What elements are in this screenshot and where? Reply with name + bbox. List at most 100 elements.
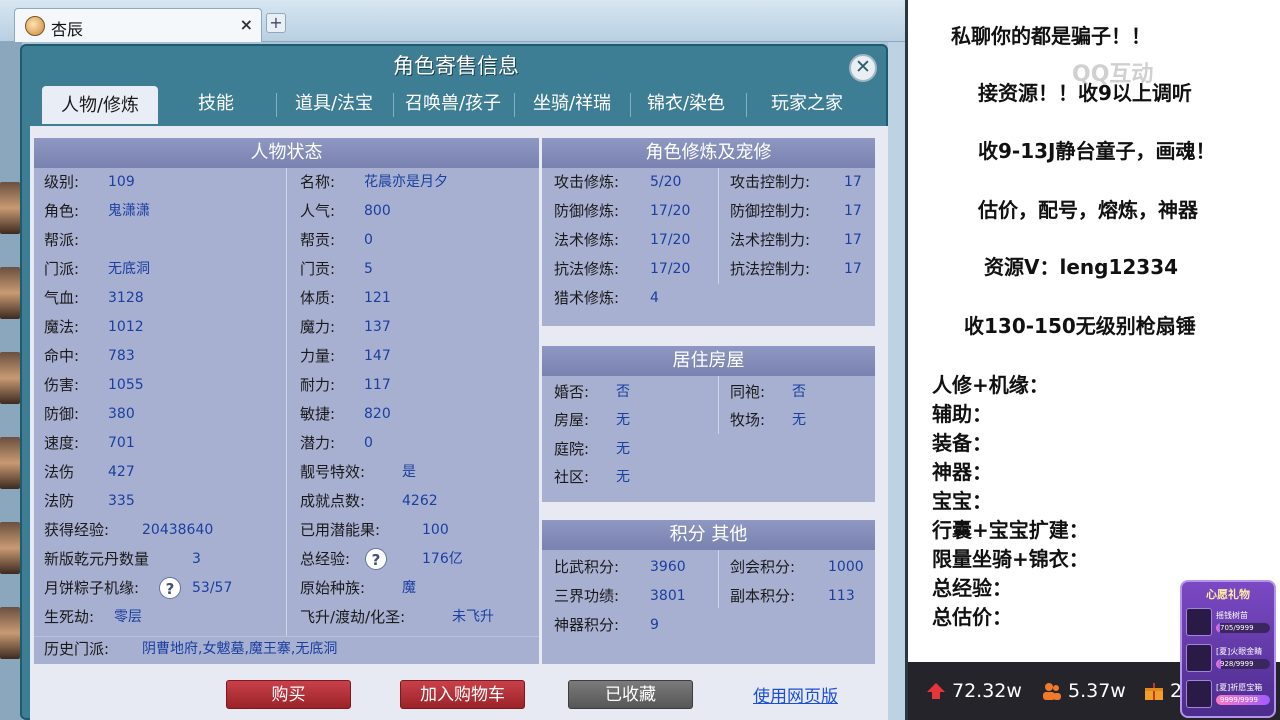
married-label: 婚否: xyxy=(554,383,590,401)
magic-power-value: 137 xyxy=(364,319,391,335)
status-row: 法伤 427 靓号特效: 是 xyxy=(34,458,539,487)
ascension-value: 未飞升 xyxy=(452,609,494,625)
help-icon[interactable]: ? xyxy=(365,548,387,570)
married-value: 否 xyxy=(616,384,630,400)
endurance-value: 117 xyxy=(364,377,391,393)
constitution-value: 121 xyxy=(364,290,391,306)
wish-gift-item: 摇钱树苗 705/9999 xyxy=(1186,608,1272,638)
close-icon[interactable]: ✕ xyxy=(849,54,877,82)
tab-outfits[interactable]: 锦衣/染色 xyxy=(634,84,738,124)
constitution-label: 体质: xyxy=(300,289,336,307)
points-panel-header: 积分 其他 xyxy=(542,520,875,550)
portrait-thumbnail xyxy=(0,607,20,659)
tab-divider xyxy=(746,93,747,117)
spell-control-value: 17 xyxy=(844,232,862,248)
character-sale-dialog: 角色寄售信息 ✕ 人物/修炼 技能 道具/法宝 召唤兽/孩子 坐骑/祥瑞 锦衣/… xyxy=(20,44,888,720)
status-panel: 级别: 109 名称: 花晨亦是月夕 角色: 鬼潇潇 人气: 800 帮派: 帮… xyxy=(34,168,539,664)
promo-line: 估价，配号，熔炼，神器 xyxy=(978,198,1198,222)
promo-line: 收130-150无级别枪扇锤 xyxy=(964,314,1196,338)
mooncake-value: 53/57 xyxy=(192,580,233,596)
total-exp-value: 176亿 xyxy=(422,551,463,567)
sworn-value: 否 xyxy=(792,384,806,400)
tab-divider xyxy=(393,93,394,117)
sworn-label: 同袍: xyxy=(730,383,766,401)
tab-skills[interactable]: 技能 xyxy=(166,84,266,124)
wish-gift-item: [夏]祈愿宝箱 9999/9999 xyxy=(1186,680,1272,710)
tab-player-home[interactable]: 玩家之家 xyxy=(752,84,862,124)
background-game-strip xyxy=(0,42,22,720)
wish-gift-item: [夏]火眼金睛 928/9999 xyxy=(1186,644,1272,674)
attack-control-label: 攻击控制力: xyxy=(730,173,811,191)
courtyard-value: 无 xyxy=(616,441,630,457)
sect-contribution-label: 门贡: xyxy=(300,260,336,278)
endurance-label: 耐力: xyxy=(300,376,336,394)
buy-button[interactable]: 购买 xyxy=(226,680,351,709)
tab-divider xyxy=(276,93,277,117)
new-tab-button[interactable]: + xyxy=(266,13,286,33)
character-avatar-icon xyxy=(25,16,45,36)
tab-mounts[interactable]: 坐骑/祥瑞 xyxy=(520,84,624,124)
status-row: 伤害: 1055 耐力: 117 xyxy=(34,371,539,400)
promo-line: 收9-13J静台童子，画魂！ xyxy=(978,139,1216,163)
tab-character[interactable]: 人物/修炼 xyxy=(42,86,158,124)
magic-power-label: 魔力: xyxy=(300,318,336,336)
spell-defense-label: 法防 xyxy=(44,492,75,510)
status-row: 新版乾元丹数量 3 总经验: ? 176亿 xyxy=(34,545,539,574)
wish-gift-title: 心愿礼物 xyxy=(1206,588,1250,601)
housing-panel: 婚否: 否 同袍: 否 房屋: 无 牧场: 无 庭院: 无 社区: 无 xyxy=(542,376,875,502)
status-row: 速度: 701 潜力: 0 xyxy=(34,429,539,458)
history-sect-label: 历史门派: xyxy=(44,640,110,658)
community-label: 社区: xyxy=(554,468,590,486)
hunting-cultivation-value: 4 xyxy=(650,290,659,306)
price-list-item: 限量坐骑+锦衣： xyxy=(932,547,1089,571)
browser-tab[interactable]: 杏辰 × xyxy=(14,8,262,42)
tab-divider xyxy=(514,93,515,117)
status-row: 防御: 380 敏捷: 820 xyxy=(34,400,539,429)
mp-value: 1012 xyxy=(108,319,144,335)
favorited-button[interactable]: 已收藏 xyxy=(568,680,693,709)
gift-icon xyxy=(1145,683,1163,700)
tab-items[interactable]: 道具/法宝 xyxy=(282,84,386,124)
ranch-label: 牧场: xyxy=(730,411,766,429)
tab-close-icon[interactable]: × xyxy=(240,15,253,34)
defense-value: 380 xyxy=(108,406,135,422)
spell-damage-label: 法伤 xyxy=(44,463,75,481)
tab-divider xyxy=(630,93,631,117)
portrait-thumbnail xyxy=(0,182,20,234)
sect-label: 门派: xyxy=(44,260,80,278)
origin-race-label: 原始种族: xyxy=(300,579,366,597)
cultivation-row: 攻击修炼: 5/20 攻击控制力: 17 xyxy=(542,168,875,197)
hit-value: 783 xyxy=(108,348,135,364)
scrollbar[interactable] xyxy=(888,42,905,720)
name-value: 花晨亦是月夕 xyxy=(364,174,448,190)
level-value: 109 xyxy=(108,174,135,190)
spell-defense-value: 335 xyxy=(108,493,135,509)
speed-label: 速度: xyxy=(44,434,80,452)
gift-count: 9999/9999 xyxy=(1220,696,1258,704)
sect-value: 无底洞 xyxy=(108,261,150,277)
sect-contribution-value: 5 xyxy=(364,261,373,277)
mooncake-label: 月饼粽子机缘: xyxy=(44,579,140,597)
strength-value: 147 xyxy=(364,348,391,364)
role-label: 角色: xyxy=(44,202,80,220)
tab-pets[interactable]: 召唤兽/孩子 xyxy=(396,84,510,124)
role-value: 鬼潇潇 xyxy=(108,203,150,219)
sword-points-label: 剑会积分: xyxy=(730,558,796,576)
gift-count: 705/9999 xyxy=(1220,624,1254,632)
use-web-version-link[interactable]: 使用网页版 xyxy=(753,682,838,707)
vanity-id-value: 是 xyxy=(402,464,416,480)
add-to-cart-button[interactable]: 加入购物车 xyxy=(400,680,525,709)
sword-points-value: 1000 xyxy=(828,559,864,575)
help-icon[interactable]: ? xyxy=(159,577,181,599)
status-row: 获得经验: 20438640 已用潜能果: 100 xyxy=(34,516,539,545)
house-value: 无 xyxy=(616,412,630,428)
money-tree-icon xyxy=(1186,608,1212,636)
name-label: 名称: xyxy=(300,173,336,191)
wish-gift-widget[interactable]: 心愿礼物 摇钱树苗 705/9999 [夏]火眼金睛 928/9999 [夏]祈… xyxy=(1180,580,1276,718)
hp-label: 气血: xyxy=(44,289,80,307)
guild-contribution-value: 0 xyxy=(364,232,373,248)
artifact-points-value: 9 xyxy=(650,617,659,633)
spell-damage-value: 427 xyxy=(108,464,135,480)
price-list-item: 宝宝： xyxy=(932,489,992,513)
ranch-value: 无 xyxy=(792,412,806,428)
